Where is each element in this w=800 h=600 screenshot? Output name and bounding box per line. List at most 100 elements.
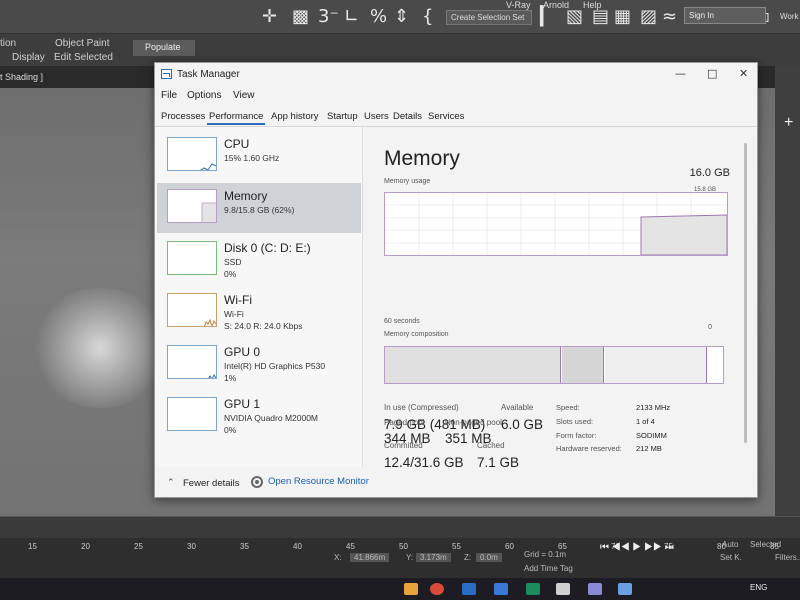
taskbar-app-icon[interactable] <box>494 583 508 595</box>
timeline-tick-label: 25 <box>134 542 143 551</box>
3dsmax-icon[interactable] <box>556 583 570 595</box>
resource-name: GPU 0 <box>224 345 261 359</box>
timeline-slider[interactable] <box>0 516 800 538</box>
resource-detail: Wi-Fi <box>224 309 244 319</box>
screen-glare <box>30 288 170 408</box>
gpu1-thumbnail-graph <box>167 397 217 431</box>
add-time-tag-button[interactable]: Add Time Tag <box>524 564 573 573</box>
maximize-button[interactable]: □ <box>707 67 717 80</box>
graph-time-label: 60 seconds <box>384 318 420 325</box>
app-toolbar: ✛ ▩ 3⁻ ∟ % ⇕ { Create Selection Set V-Ra… <box>0 0 800 34</box>
memory-detail-panel: Memory 16.0 GB Memory usage 15.8 GB 60 s… <box>364 127 744 470</box>
resource-detail: 9.8/15.8 GB (62%) <box>224 205 295 215</box>
ribbon-tab-edit-selected[interactable]: Edit Selected <box>54 52 113 63</box>
spinner-snap-icon[interactable]: ⇕ <box>394 6 409 27</box>
tab-startup[interactable]: Startup <box>325 110 360 123</box>
ribbon-tab-display[interactable]: Display <box>12 52 45 63</box>
menu-options[interactable]: Options <box>187 90 221 101</box>
resource-memory[interactable]: Memory 9.8/15.8 GB (62%) <box>157 183 361 233</box>
open-resource-monitor-link[interactable]: Open Resource Monitor <box>268 476 369 487</box>
paged-pool-label: Paged pool <box>384 418 425 427</box>
chrome-icon[interactable] <box>430 583 444 595</box>
task-manager-window: Task Manager — □ ✕ File Options View Pro… <box>154 62 758 498</box>
available-value: 6.0 GB <box>501 417 544 432</box>
menu-vray[interactable]: V-Ray <box>506 0 531 10</box>
percent-snap-icon[interactable]: % <box>370 6 387 27</box>
vertical-scrollbar[interactable] <box>743 133 749 453</box>
file-explorer-icon[interactable] <box>404 583 418 595</box>
in-use-label: In use (Compressed) <box>384 403 459 412</box>
task-manager-icon <box>161 69 172 79</box>
status-y-label: Y: <box>406 553 414 562</box>
resource-wifi[interactable]: Wi-Fi Wi-Fi S: 24.0 R: 24.0 Kbps <box>157 287 361 337</box>
timeline-tick-label: 35 <box>240 542 249 551</box>
align-icon[interactable]: ▧ <box>566 6 583 27</box>
auto-key-button[interactable]: Auto <box>722 540 738 549</box>
tab-processes[interactable]: Processes <box>159 110 207 123</box>
composition-free <box>708 347 723 383</box>
spec-speed-label: Speed: <box>556 403 580 412</box>
sign-in-dropdown[interactable]: Sign In <box>684 7 766 24</box>
ribbon-tab-object-paint[interactable]: Object Paint <box>55 38 109 49</box>
resource-gpu0[interactable]: GPU 0 Intel(R) HD Graphics P530 1% <box>157 339 361 389</box>
nonpaged-pool-value: 351 MB <box>445 431 492 446</box>
snap-3d-icon[interactable]: 3⁻ <box>318 6 339 27</box>
named-selection-icon[interactable]: { <box>422 6 433 27</box>
tab-services[interactable]: Services <box>426 110 466 123</box>
wifi-thumbnail-graph <box>167 293 217 327</box>
tab-app-history[interactable]: App history <box>269 110 321 123</box>
curve-editor-icon[interactable]: ≈ <box>662 6 677 27</box>
set-key-button[interactable]: Set K. <box>720 553 742 562</box>
spec-slots-value: 1 of 4 <box>636 417 655 426</box>
taskbar-app-icon[interactable] <box>526 583 540 595</box>
close-button[interactable]: ✕ <box>739 67 748 80</box>
windows-taskbar <box>0 578 800 600</box>
memory-composition-bar <box>384 346 724 384</box>
scrollbar-thumb[interactable] <box>744 143 747 443</box>
resource-name: GPU 1 <box>224 397 261 411</box>
status-z-label: Z: <box>464 553 472 562</box>
fewer-details-button[interactable]: Fewer details <box>183 478 240 489</box>
chevron-up-icon[interactable]: ⌃ <box>167 477 175 488</box>
playback-controls[interactable]: ⏮ ◀◀ ▶ ▶▶ ⏭ <box>600 542 674 553</box>
menu-file[interactable]: File <box>161 90 177 101</box>
word-icon[interactable] <box>462 583 476 595</box>
status-z-field[interactable]: 0.0m <box>476 553 502 562</box>
menu-view[interactable]: View <box>233 90 255 101</box>
move-tool-icon[interactable]: ✛ <box>262 6 277 27</box>
layer-icon[interactable]: ▤ <box>592 6 609 27</box>
menu-bar: File Options View <box>155 87 757 105</box>
title-bar[interactable]: Task Manager — □ ✕ <box>155 63 757 85</box>
ribbon-tab-modeling[interactable]: tion <box>0 38 16 49</box>
resource-disk[interactable]: Disk 0 (C: D: E:) SSD 0% <box>157 235 361 285</box>
cpu-thumbnail-graph <box>167 137 217 171</box>
available-label: Available <box>501 403 534 412</box>
tab-performance[interactable]: Performance <box>207 110 266 125</box>
memory-total: 16.0 GB <box>689 167 730 179</box>
graph-editor-icon[interactable]: ▨ <box>640 6 657 27</box>
resource-detail: S: 24.0 R: 24.0 Kbps <box>224 321 303 331</box>
tab-users[interactable]: Users <box>362 110 391 123</box>
selection-set-dropdown[interactable]: Create Selection Set <box>446 10 532 25</box>
resource-cpu[interactable]: CPU 15% 1.60 GHz <box>157 131 361 181</box>
ribbon-tab-populate[interactable]: Populate <box>133 40 195 56</box>
spec-form-factor-value: SODIMM <box>636 431 667 440</box>
scene-explorer-icon[interactable]: ▦ <box>614 6 631 27</box>
selected-dropdown[interactable]: Selected <box>750 540 781 549</box>
timeline-tick-label: 40 <box>293 542 302 551</box>
memory-title: Memory <box>384 147 460 170</box>
task-manager-taskbar-icon[interactable] <box>618 583 632 595</box>
angle-snap-icon[interactable]: ∟ <box>344 6 359 27</box>
save-tool-icon[interactable]: ▩ <box>292 6 309 27</box>
viewport-shading-label[interactable]: t Shading ] <box>0 72 43 82</box>
mirror-icon[interactable]: ▎ <box>540 6 554 27</box>
filters-button[interactable]: Filters... <box>775 553 800 562</box>
language-indicator[interactable]: ENG <box>750 583 767 592</box>
status-y-field[interactable]: 3.173m <box>416 553 451 562</box>
status-x-field[interactable]: 41.866m <box>350 553 390 562</box>
tab-details[interactable]: Details <box>391 110 424 123</box>
create-plus-icon[interactable]: + <box>784 114 793 132</box>
resource-gpu1[interactable]: GPU 1 NVIDIA Quadro M2000M 0% <box>157 391 361 441</box>
taskbar-app-icon[interactable] <box>588 583 602 595</box>
minimize-button[interactable]: — <box>675 67 686 80</box>
